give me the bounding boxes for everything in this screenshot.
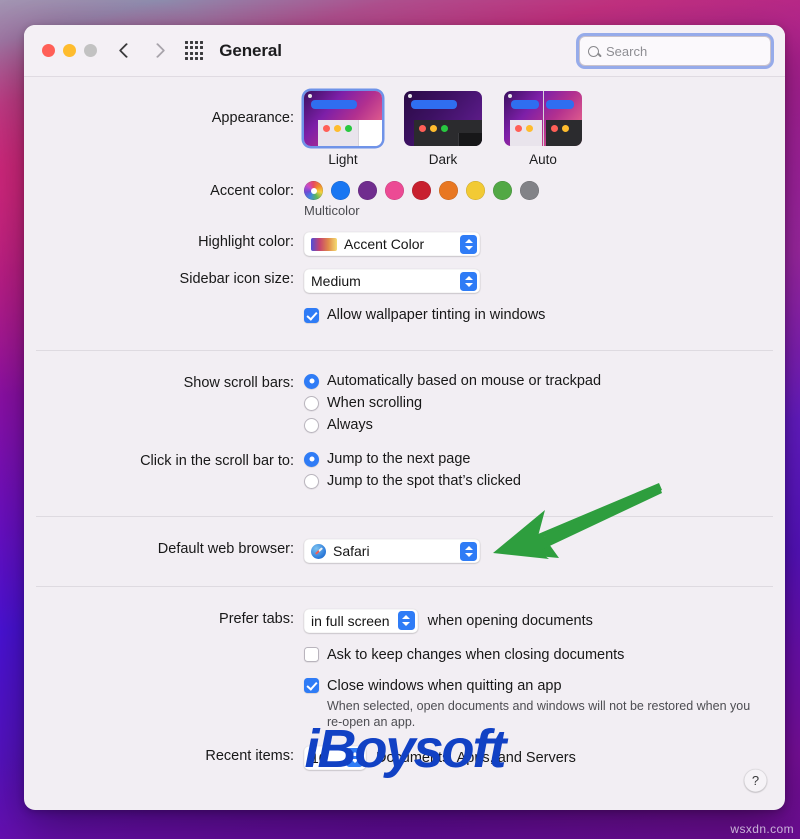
highlight-color-popup[interactable]: Accent Color <box>304 232 480 256</box>
ask-keep-changes-row: Ask to keep changes when closing documen… <box>24 633 785 669</box>
sidebar-icon-size-stepper-icon[interactable] <box>460 271 477 291</box>
show-scroll-bars-label: Show scroll bars: <box>183 375 294 391</box>
accent-color-row: Accent color: Multicolor <box>24 167 785 218</box>
accent-swatch-red[interactable] <box>412 181 431 200</box>
navigation-buttons <box>118 42 166 59</box>
default-web-browser-popup[interactable]: Safari <box>304 539 480 563</box>
zoom-button[interactable] <box>84 44 97 57</box>
prefer-tabs-row: Prefer tabs: in full screen when opening… <box>24 587 785 633</box>
sidebar-icon-size-popup[interactable]: Medium <box>304 269 480 293</box>
wallpaper-tinting-row: Allow wallpaper tinting in windows <box>24 293 785 329</box>
recent-items-label: Recent items: <box>205 747 294 764</box>
close-windows-checkbox[interactable] <box>304 678 319 693</box>
scrollclick-radio-spot-clicked[interactable] <box>304 473 319 489</box>
appearance-thumbnail-light[interactable] <box>304 91 382 146</box>
ask-keep-changes-checkbox[interactable] <box>304 647 319 662</box>
scrollbar-option-automatic[interactable]: Automatically based on mouse or trackpad <box>304 373 785 389</box>
appearance-options: Light Dark Auto <box>304 91 785 167</box>
back-chevron-icon[interactable] <box>118 42 135 59</box>
search-container: Search <box>579 36 771 66</box>
appearance-option-light[interactable]: Light <box>304 91 382 167</box>
search-placeholder: Search <box>606 43 648 59</box>
ask-keep-changes-label: Ask to keep changes when closing documen… <box>327 646 625 663</box>
window-titlebar: General Search <box>24 25 785 77</box>
default-web-browser-value: Safari <box>333 543 370 559</box>
appearance-caption-dark: Dark <box>428 152 458 167</box>
show-scroll-bars-row: Show scroll bars: Automatically based on… <box>24 351 785 439</box>
gradient-chip-icon <box>311 237 337 251</box>
appearance-thumbnail-auto[interactable] <box>504 91 582 146</box>
accent-selected-name: Multicolor <box>304 203 360 218</box>
wallpaper-tinting-checkbox[interactable] <box>304 307 319 323</box>
ask-keep-changes-checkbox-row[interactable]: Ask to keep changes when closing documen… <box>304 647 785 663</box>
accent-swatch-blue[interactable] <box>331 181 350 200</box>
scrollbar-label-always: Always <box>327 417 373 433</box>
scrollbar-radio-always[interactable] <box>304 417 319 433</box>
sidebar-icon-size-value: Medium <box>311 273 361 289</box>
scrollclick-option-spot-clicked[interactable]: Jump to the spot that’s clicked <box>304 473 785 489</box>
close-windows-label: Close windows when quitting an app <box>327 677 562 694</box>
help-button[interactable]: ? <box>744 769 767 792</box>
minimize-button[interactable] <box>63 44 76 57</box>
system-preferences-window: General Search Appearance: Light Dark Au… <box>24 25 785 810</box>
appearance-option-dark[interactable]: Dark <box>404 91 482 167</box>
scroll-bar-click-row: Click in the scroll bar to: Jump to the … <box>24 439 785 495</box>
preferences-content: Appearance: Light Dark Auto Accent color… <box>24 77 785 810</box>
accent-swatch-purple[interactable] <box>358 181 377 200</box>
page-title: General <box>219 40 282 60</box>
prefer-tabs-suffix: when opening documents <box>427 612 593 629</box>
appearance-caption-auto: Auto <box>529 152 557 167</box>
wallpaper-tinting-label: Allow wallpaper tinting in windows <box>327 307 546 323</box>
appearance-option-auto[interactable]: Auto <box>504 91 582 167</box>
scrollclick-radio-next-page[interactable] <box>304 451 319 467</box>
scrollclick-label-spot-clicked: Jump to the spot that’s clicked <box>327 473 521 489</box>
accent-swatch-multicolor[interactable] <box>304 181 323 200</box>
default-web-browser-stepper-icon[interactable] <box>460 541 477 561</box>
highlight-color-row: Highlight color: Accent Color <box>24 218 785 256</box>
accent-swatch-yellow[interactable] <box>466 181 485 200</box>
sidebar-icon-size-label: Sidebar icon size: <box>179 271 294 287</box>
accent-swatch-graphite[interactable] <box>520 181 539 200</box>
default-web-browser-row: Default web browser: Safari <box>24 517 785 564</box>
default-web-browser-label: Default web browser: <box>157 541 294 557</box>
scroll-bar-click-label: Click in the scroll bar to: <box>140 453 294 469</box>
highlight-color-value: Accent Color <box>344 236 425 252</box>
appearance-label: Appearance: <box>211 110 294 126</box>
scrollbar-option-when-scrolling[interactable]: When scrolling <box>304 395 785 411</box>
close-button[interactable] <box>42 44 55 57</box>
scrollclick-option-next-page[interactable]: Jump to the next page <box>304 451 785 467</box>
safari-icon <box>311 543 326 559</box>
accent-swatch-orange[interactable] <box>439 181 458 200</box>
accent-color-swatches <box>304 181 785 200</box>
wallpaper-tinting-checkbox-row[interactable]: Allow wallpaper tinting in windows <box>304 307 785 323</box>
accent-color-label: Accent color: <box>210 183 294 199</box>
appearance-caption-light: Light <box>328 152 358 167</box>
site-watermark: wsxdn.com <box>730 822 794 836</box>
sidebar-icon-size-row: Sidebar icon size: Medium <box>24 256 785 293</box>
appearance-thumbnail-dark[interactable] <box>404 91 482 146</box>
scrollbar-label-when-scrolling: When scrolling <box>327 395 423 411</box>
scrollbar-radio-automatic[interactable] <box>304 373 319 389</box>
show-all-grid-icon[interactable] <box>185 41 204 60</box>
prefer-tabs-label: Prefer tabs: <box>219 610 294 627</box>
scrollbar-radio-when-scrolling[interactable] <box>304 395 319 411</box>
scrollbar-label-automatic: Automatically based on mouse or trackpad <box>327 373 602 389</box>
prefer-tabs-popup[interactable]: in full screen <box>304 608 418 633</box>
close-windows-checkbox-row[interactable]: Close windows when quitting an app <box>304 678 785 694</box>
highlight-color-stepper-icon[interactable] <box>460 234 477 254</box>
desktop-background: General Search Appearance: Light Dark Au… <box>0 0 800 839</box>
scrollclick-label-next-page: Jump to the next page <box>327 451 471 467</box>
search-input[interactable]: Search <box>579 36 771 66</box>
appearance-row: Appearance: Light Dark Auto <box>24 77 785 167</box>
accent-swatch-green[interactable] <box>493 181 512 200</box>
prefer-tabs-value: in full screen <box>311 612 390 629</box>
highlight-color-label: Highlight color: <box>198 234 294 250</box>
prefer-tabs-stepper-icon[interactable] <box>397 611 415 630</box>
traffic-light-group <box>42 44 97 57</box>
forward-chevron-icon[interactable] <box>149 42 166 59</box>
accent-swatch-pink[interactable] <box>385 181 404 200</box>
brand-watermark: iBoysoft <box>304 719 507 779</box>
scrollbar-option-always[interactable]: Always <box>304 417 785 433</box>
search-icon <box>588 45 599 57</box>
